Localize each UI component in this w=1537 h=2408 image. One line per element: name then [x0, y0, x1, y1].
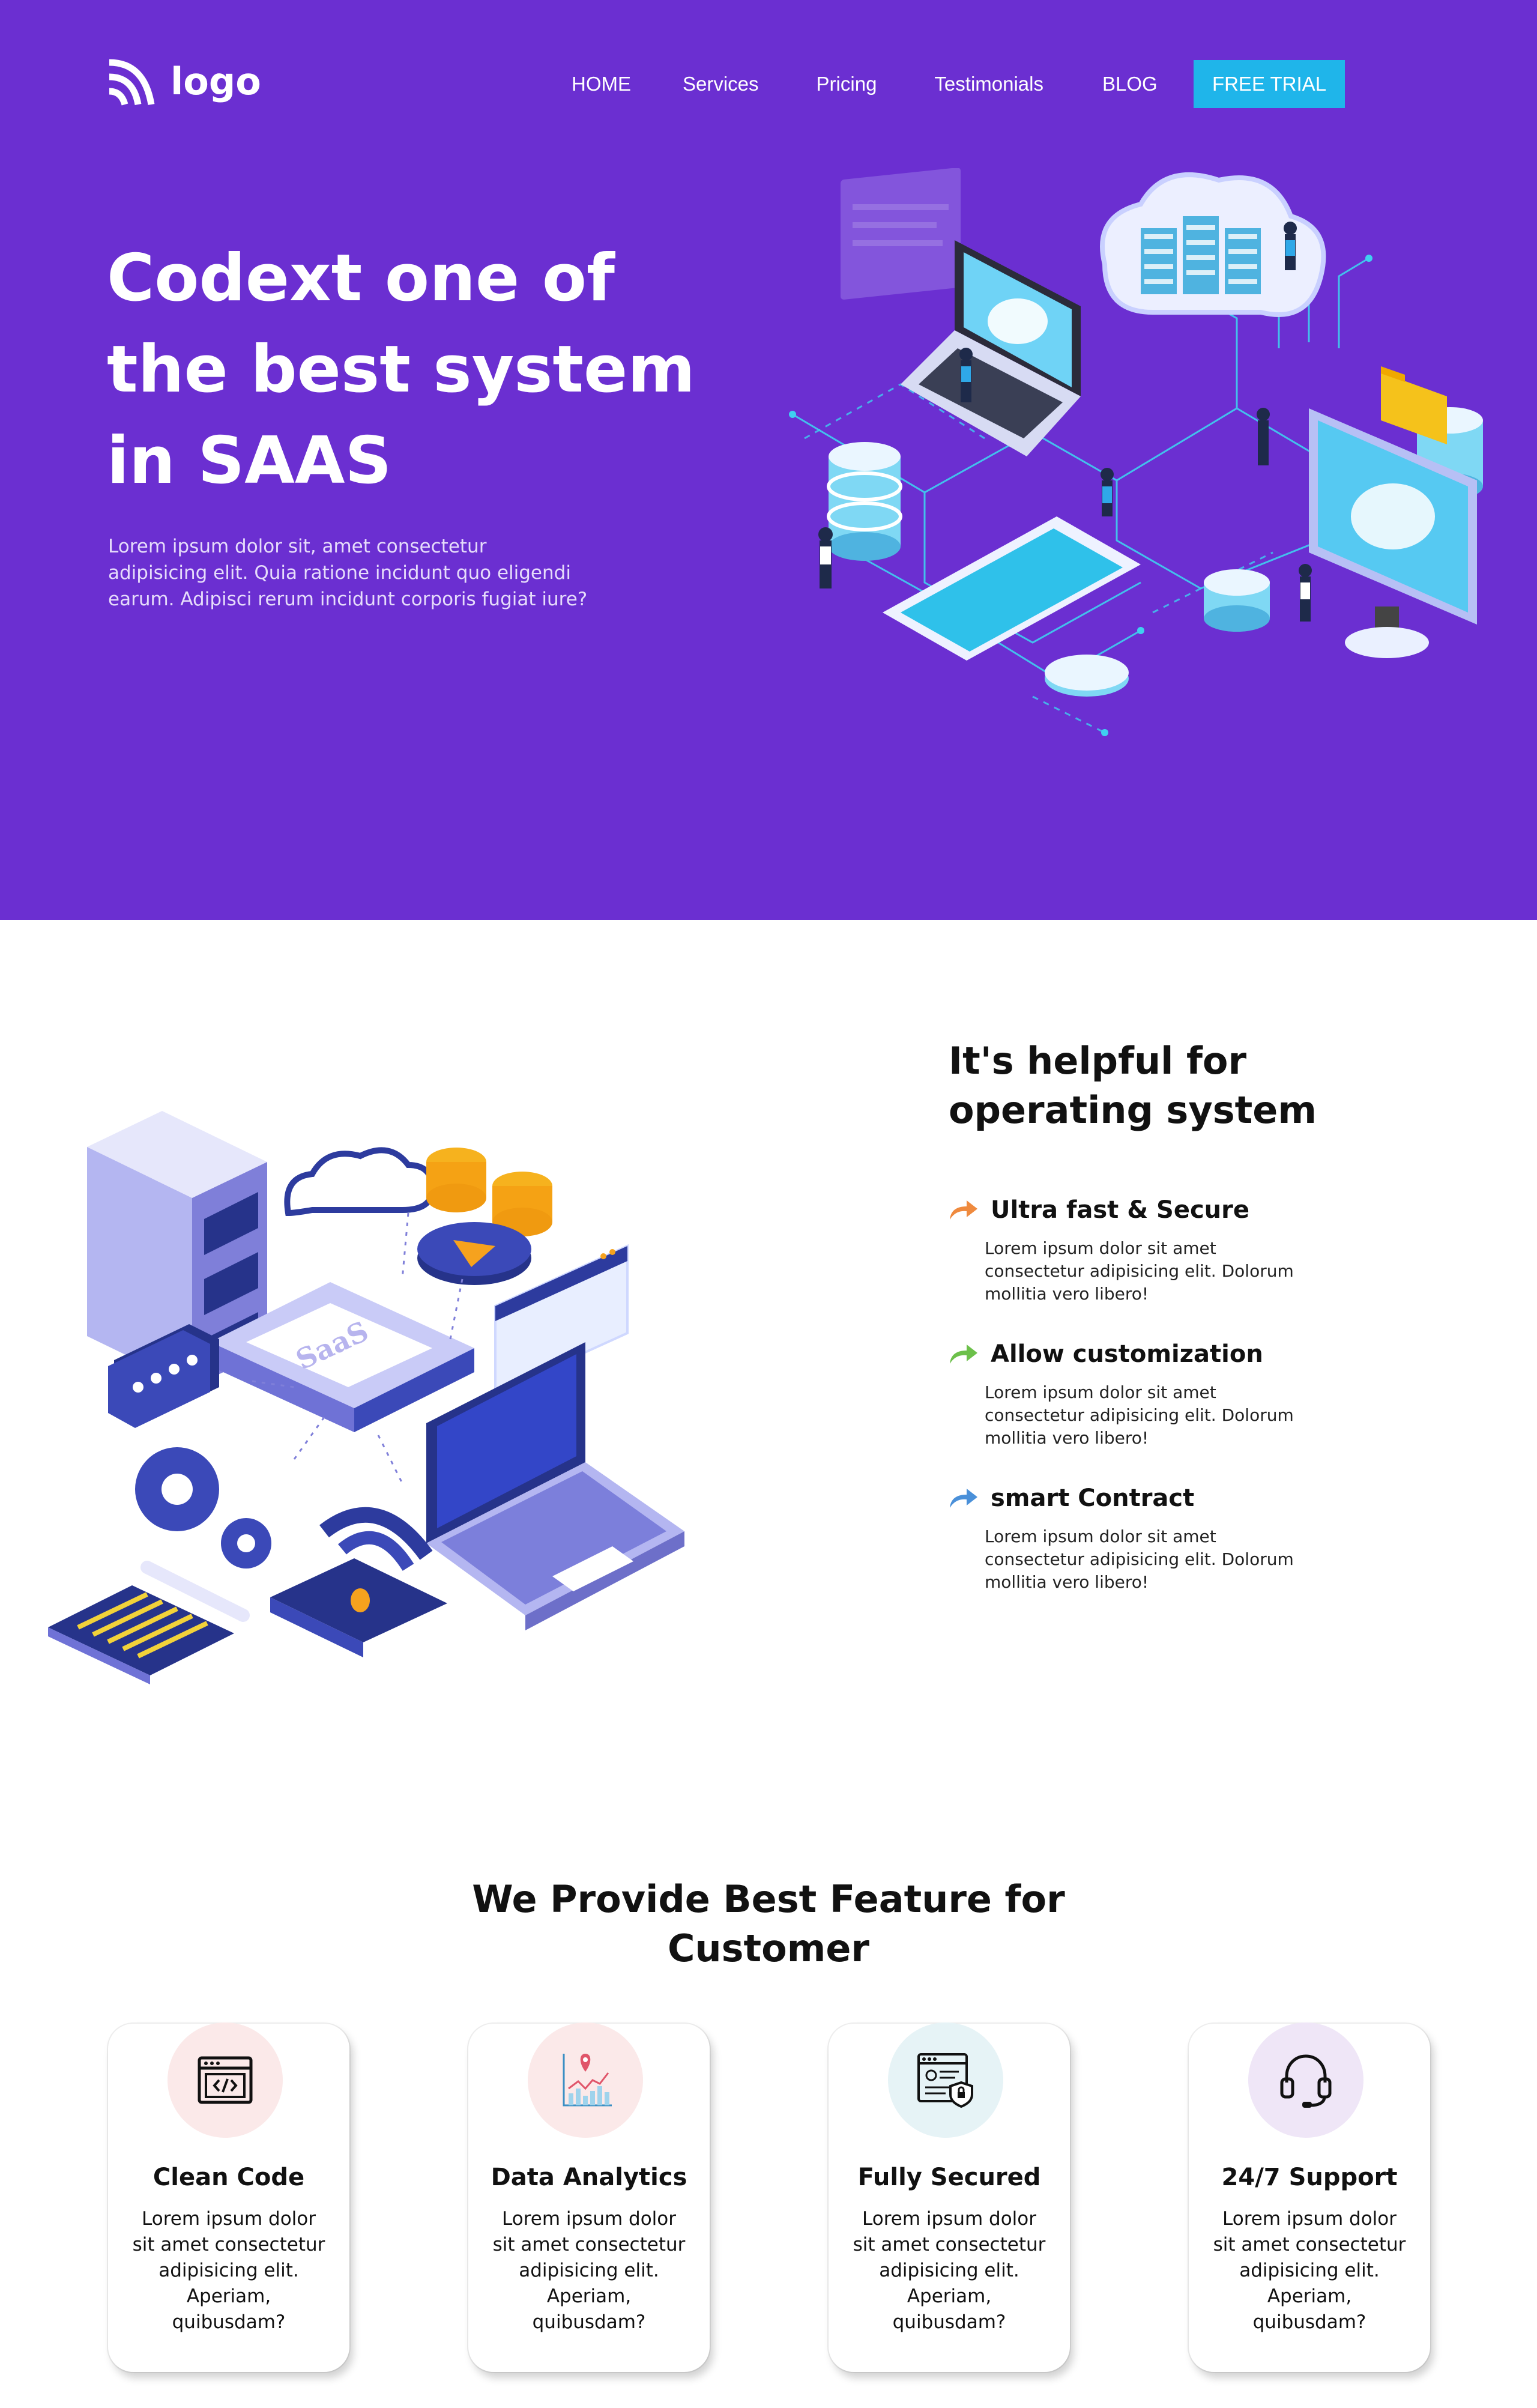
cloud-network-illustration — [789, 168, 1483, 736]
nav-home[interactable]: HOME — [572, 73, 631, 95]
feature-description: Lorem ipsum dolor sit amet consectetur a… — [985, 1382, 1294, 1448]
hero-section: logo HOME Services Pricing Testimonials … — [0, 0, 1537, 920]
card-title: Clean Code — [152, 2164, 305, 2191]
card-description: Lorem ipsum dolor sit amet consectetur a… — [1213, 2208, 1406, 2333]
logo[interactable]: logo — [107, 56, 261, 107]
nav-blog[interactable]: BLOG — [1102, 73, 1158, 95]
card-title: Data Analytics — [491, 2164, 687, 2191]
card-description: Lorem ipsum dolor sit amet consectetur a… — [492, 2208, 686, 2333]
arrow-icon — [950, 1200, 977, 1220]
feature-item: Allow customization Lorem ipsum dolor si… — [949, 1340, 1381, 1450]
hero-description: Lorem ipsum dolor sit, amet consectetur … — [108, 536, 588, 610]
feature-item: Ultra fast & Secure Lorem ipsum dolor si… — [949, 1196, 1381, 1305]
feature-card: 24/7 Support Lorem ipsum dolor sit amet … — [1189, 2022, 1430, 2372]
card-title: Fully Secured — [857, 2164, 1041, 2191]
card-title: 24/7 Support — [1221, 2164, 1398, 2191]
arrow-icon — [950, 1345, 977, 1364]
feature-card: Fully Secured Lorem ipsum dolor sit amet… — [829, 2022, 1070, 2372]
feature-description: Lorem ipsum dolor sit amet consectetur a… — [985, 1238, 1294, 1304]
main-nav: HOME Services Pricing Testimonials BLOG — [572, 71, 1158, 97]
analytics-chart-icon — [563, 2054, 612, 2107]
card-icon-circle — [1248, 2022, 1363, 2138]
feature-title: Ultra fast & Secure — [991, 1196, 1249, 1224]
nav-testimonials[interactable]: Testimonials — [934, 73, 1043, 95]
card-description: Lorem ipsum dolor sit amet consectetur a… — [853, 2208, 1046, 2333]
features-section-title: We Provide Best Feature for Customer — [472, 1877, 1065, 1970]
saas-isometric-illustration: SaaS — [48, 1111, 684, 1684]
feature-item: smart Contract Lorem ipsum dolor sit ame… — [949, 1484, 1381, 1594]
feature-card: Clean Code Lorem ipsum dolor sit amet co… — [108, 2022, 349, 2372]
free-trial-button[interactable]: FREE TRIAL — [1194, 60, 1345, 108]
hero-title: Codext one of the best system in SAAS — [107, 241, 695, 498]
helpful-section-title: It's helpful for operating system — [949, 1039, 1317, 1132]
logo-icon — [109, 59, 155, 106]
feature-title: Allow customization — [991, 1340, 1263, 1368]
nav-pricing[interactable]: Pricing — [817, 73, 877, 95]
arrow-icon — [950, 1489, 977, 1508]
nav-services[interactable]: Services — [683, 73, 759, 95]
code-window-icon — [198, 2056, 253, 2104]
headset-icon — [1280, 2054, 1332, 2108]
feature-title: smart Contract — [991, 1484, 1195, 1512]
card-icon-circle — [528, 2022, 643, 2138]
card-description: Lorem ipsum dolor sit amet consectetur a… — [132, 2208, 325, 2333]
card-icon-circle — [168, 2022, 283, 2138]
feature-card: Data Analytics Lorem ipsum dolor sit ame… — [468, 2022, 710, 2372]
logo-text: logo — [171, 59, 261, 103]
feature-description: Lorem ipsum dolor sit amet consectetur a… — [985, 1526, 1294, 1592]
card-icon-circle — [888, 2022, 1003, 2138]
secure-browser-icon — [917, 2053, 973, 2108]
